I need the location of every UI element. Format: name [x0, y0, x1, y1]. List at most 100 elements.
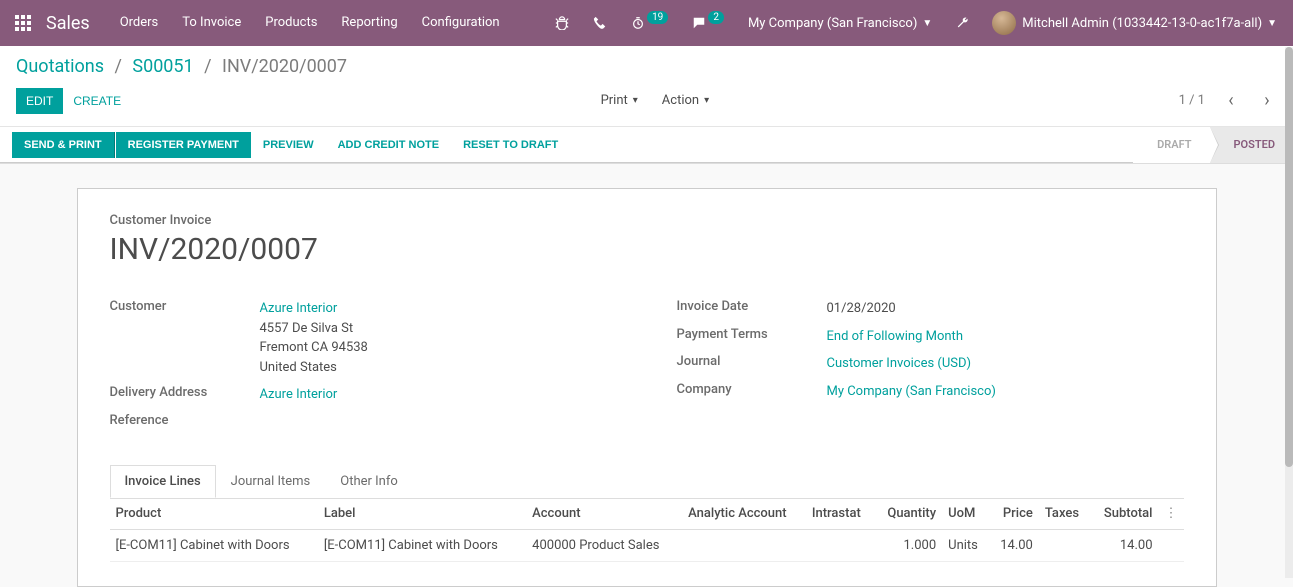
customer-link[interactable]: Azure Interior	[260, 301, 338, 316]
customer-label: Customer	[110, 299, 260, 377]
th-price: Price	[989, 498, 1039, 530]
status-bar: Draft Posted	[1133, 127, 1293, 163]
timer-icon[interactable]: 19	[621, 0, 678, 46]
user-name: Mitchell Admin (1033442-13-0-ac1f7a-all)	[1022, 16, 1262, 31]
th-label: Label	[318, 498, 526, 530]
systray: 19 2 My Company (San Francisco) ▼ Mitche…	[545, 0, 1285, 46]
apps-icon[interactable]	[8, 15, 38, 31]
edit-button[interactable]: EDIT	[16, 88, 63, 114]
notebook-tabs: Invoice Lines Journal Items Other Info	[110, 465, 1184, 499]
company-switcher[interactable]: My Company (San Francisco) ▼	[738, 16, 942, 31]
th-product: Product	[110, 498, 318, 530]
user-menu[interactable]: Mitchell Admin (1033442-13-0-ac1f7a-all)…	[984, 11, 1285, 35]
caret-down-icon: ▼	[1267, 18, 1277, 29]
reference-label: Reference	[110, 413, 260, 428]
print-dropdown[interactable]: Print ▾	[593, 87, 646, 114]
wrench-icon[interactable]	[946, 0, 980, 46]
invoice-lines-table: Product Label Account Analytic Account I…	[110, 498, 1184, 562]
menu-reporting[interactable]: Reporting	[329, 0, 409, 46]
cell-account: 400000 Product Sales	[526, 529, 682, 561]
add-credit-note-button[interactable]: Add Credit Note	[326, 132, 451, 158]
cell-price: 14.00	[989, 529, 1039, 561]
th-uom: UoM	[942, 498, 989, 530]
menu-products[interactable]: Products	[253, 0, 329, 46]
menu-to-invoice[interactable]: To Invoice	[170, 0, 253, 46]
form-sheet: Customer Invoice INV/2020/0007 Customer …	[77, 188, 1217, 587]
action-label: Action	[662, 93, 699, 108]
company-name: My Company (San Francisco)	[748, 16, 917, 31]
menu-configuration[interactable]: Configuration	[410, 0, 512, 46]
invoice-date-label: Invoice Date	[677, 299, 827, 319]
bug-icon[interactable]	[545, 0, 579, 46]
th-account: Account	[526, 498, 682, 530]
register-payment-button[interactable]: Register Payment	[116, 132, 251, 158]
preview-button[interactable]: Preview	[251, 132, 326, 158]
breadcrumb-quotations[interactable]: Quotations	[16, 56, 104, 77]
action-dropdown[interactable]: Action ▾	[654, 87, 717, 114]
pager-next[interactable]: ›	[1257, 90, 1277, 111]
print-label: Print	[601, 93, 628, 108]
company-label: Company	[677, 382, 827, 402]
th-quantity: Quantity	[874, 498, 942, 530]
status-posted[interactable]: Posted	[1210, 127, 1293, 163]
menu-orders[interactable]: Orders	[108, 0, 171, 46]
cell-quantity: 1.000	[874, 529, 942, 561]
th-subtotal: Subtotal	[1091, 498, 1159, 530]
company-link[interactable]: My Company (San Francisco)	[827, 384, 996, 399]
scrollbar-thumb[interactable]	[1285, 47, 1293, 467]
breadcrumb-order[interactable]: S00051	[132, 56, 193, 77]
reset-draft-button[interactable]: Reset to Draft	[451, 132, 570, 158]
delivery-link[interactable]: Azure Interior	[260, 387, 338, 402]
journal-link[interactable]: Customer Invoices (USD)	[827, 356, 972, 371]
invoice-date-value: 01/28/2020	[827, 299, 1184, 319]
phone-icon[interactable]	[583, 0, 617, 46]
th-taxes: Taxes	[1039, 498, 1091, 530]
chat-badge: 2	[708, 11, 724, 24]
customer-addr1: 4557 De Silva St	[260, 321, 354, 336]
send-print-button[interactable]: Send & Print	[12, 132, 115, 158]
breadcrumb: Quotations / S00051 / INV/2020/0007	[16, 56, 1277, 77]
timer-badge: 19	[647, 11, 668, 24]
breadcrumb-sep: /	[114, 56, 121, 77]
reference-value	[260, 413, 617, 428]
cell-product: [E-COM11] Cabinet with Doors	[110, 529, 318, 561]
control-panel: Quotations / S00051 / INV/2020/0007 EDIT…	[0, 46, 1293, 127]
avatar	[992, 11, 1016, 35]
payment-terms-label: Payment Terms	[677, 327, 827, 347]
table-row[interactable]: [E-COM11] Cabinet with Doors [E-COM11] C…	[110, 529, 1184, 561]
th-options-icon[interactable]: ⋮	[1159, 498, 1184, 530]
tab-journal-items[interactable]: Journal Items	[216, 465, 326, 498]
tab-invoice-lines[interactable]: Invoice Lines	[110, 465, 216, 498]
customer-addr2: Fremont CA 94538	[260, 340, 368, 355]
cell-label: [E-COM11] Cabinet with Doors	[318, 529, 526, 561]
sheet-background: Customer Invoice INV/2020/0007 Customer …	[0, 163, 1293, 587]
sheet-subtitle: Customer Invoice	[110, 213, 1184, 228]
scrollbar[interactable]	[1285, 47, 1293, 578]
th-intrastat: Intrastat	[806, 498, 874, 530]
action-bar: Send & Print Register Payment Preview Ad…	[0, 127, 1293, 163]
cell-uom: Units	[942, 529, 989, 561]
tab-other-info[interactable]: Other Info	[325, 465, 413, 498]
caret-down-icon: ▾	[633, 95, 638, 106]
breadcrumb-sep: /	[204, 56, 211, 77]
fields-left: Customer Azure Interior 4557 De Silva St…	[110, 295, 617, 432]
customer-addr3: United States	[260, 360, 337, 375]
create-button[interactable]: CREATE	[63, 88, 131, 114]
payment-terms-link[interactable]: End of Following Month	[827, 329, 963, 344]
app-brand[interactable]: Sales	[38, 13, 108, 34]
caret-down-icon: ▼	[922, 18, 932, 29]
cell-analytic	[682, 529, 806, 561]
th-analytic: Analytic Account	[682, 498, 806, 530]
breadcrumb-current: INV/2020/0007	[222, 56, 347, 77]
pager-prev[interactable]: ‹	[1221, 90, 1241, 111]
chat-icon[interactable]: 2	[682, 0, 734, 46]
cell-intrastat	[806, 529, 874, 561]
cell-taxes	[1039, 529, 1091, 561]
top-navbar: Sales Orders To Invoice Products Reporti…	[0, 0, 1293, 46]
row-kebab-icon	[1159, 529, 1184, 561]
status-draft[interactable]: Draft	[1133, 127, 1209, 163]
fields-right: Invoice Date 01/28/2020 Payment Terms En…	[677, 295, 1184, 432]
delivery-label: Delivery Address	[110, 385, 260, 405]
main-menu: Orders To Invoice Products Reporting Con…	[108, 0, 512, 46]
pager: 1 / 1	[1179, 93, 1205, 108]
